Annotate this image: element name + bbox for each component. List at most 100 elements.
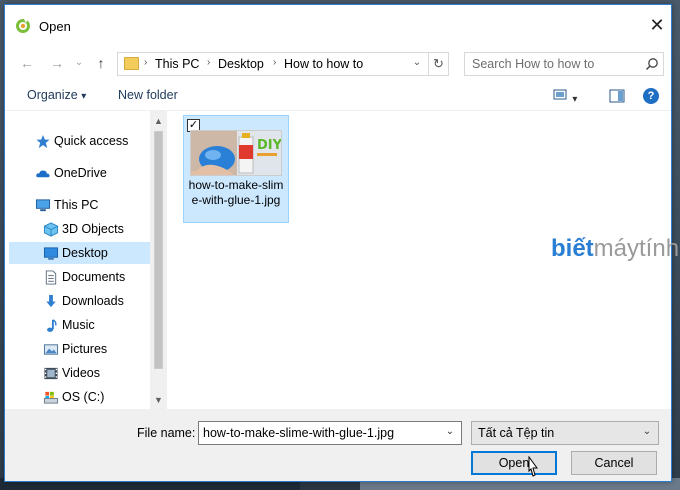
sidebar-item-label: Pictures <box>62 342 108 356</box>
star-icon <box>36 134 50 149</box>
sidebar-item-label: OneDrive <box>54 166 107 180</box>
sidebar-item-label: This PC <box>54 198 99 212</box>
scroll-up-button[interactable]: ▲ <box>150 113 167 130</box>
cloud-icon <box>36 170 50 178</box>
chevron-down-icon: ▾ <box>81 91 87 102</box>
back-button[interactable]: ← <box>19 55 35 71</box>
cube-icon <box>43 222 59 237</box>
arrow-up-icon: ↑ <box>97 55 105 71</box>
window-title: Open <box>39 19 71 34</box>
sidebar-item-documents[interactable]: Documents <box>9 266 151 288</box>
command-bar: Organize ▾ New folder ▾ ? <box>5 83 671 111</box>
address-bar[interactable]: › This PC › Desktop › How to how to ⌄ ↻ <box>117 52 449 76</box>
search-placeholder: Search How to how to <box>472 57 595 71</box>
sidebar-item-this-pc[interactable]: This PC <box>9 194 151 216</box>
chevron-down-icon: ▼ <box>154 395 163 405</box>
help-button[interactable]: ? <box>643 88 659 104</box>
title-bar: Open ✕ <box>5 5 671 43</box>
navigation-pane: Quick access OneDrive This PC 3D Objects… <box>9 111 151 409</box>
sidebar-item-label: Videos <box>62 366 100 380</box>
sidebar-item-label: Music <box>62 318 95 332</box>
chevron-down-icon: ⌄ <box>642 426 652 437</box>
open-button[interactable]: Open <box>471 451 557 475</box>
document-icon <box>45 270 57 285</box>
chevron-up-icon: ▲ <box>154 116 163 126</box>
breadcrumb-desktop[interactable]: Desktop <box>218 57 264 71</box>
file-name-value: how-to-make-slime-with-glue-1.jpg <box>203 426 395 440</box>
up-button[interactable]: ↑ <box>93 55 109 71</box>
sidebar-item-onedrive[interactable]: OneDrive <box>9 162 151 184</box>
videos-icon <box>44 367 58 380</box>
organize-button[interactable]: Organize ▾ <box>27 88 86 102</box>
sidebar-item-videos[interactable]: Videos <box>9 362 151 384</box>
recent-locations-button[interactable]: ⌄ <box>71 55 87 71</box>
file-type-select[interactable]: Tất cả Tệp tin ⌄ <box>471 421 659 445</box>
chevron-down-icon: ⌄ <box>74 57 84 68</box>
scrollbar-thumb[interactable] <box>154 131 163 369</box>
file-thumbnail: DIY <box>190 130 282 176</box>
sidebar-item-downloads[interactable]: Downloads <box>9 290 151 312</box>
open-dialog: Open ✕ ← → ⌄ ↑ › This PC › Desktop › How… <box>4 4 679 482</box>
breadcrumb-separator: › <box>207 57 211 68</box>
file-name-history-dropdown[interactable]: ⌄ <box>443 426 457 437</box>
forward-button[interactable]: → <box>49 55 65 71</box>
app-logo-icon <box>16 19 30 33</box>
preview-pane-icon <box>609 89 625 103</box>
download-icon <box>46 294 56 308</box>
refresh-button[interactable]: ↻ <box>428 53 448 75</box>
search-icon <box>645 58 658 71</box>
thumbnail-diy-text: DIY <box>257 138 282 153</box>
computer-icon <box>35 199 51 212</box>
sidebar-item-label: OS (C:) <box>62 390 105 404</box>
navigation-bar: ← → ⌄ ↑ › This PC › Desktop › How to how… <box>5 43 671 83</box>
navigation-pane-scrollbar[interactable]: ▲ ▼ <box>150 111 167 409</box>
watermark-part-2: máytính <box>593 235 680 262</box>
drive-icon <box>43 391 59 404</box>
mouse-cursor-icon <box>528 456 538 477</box>
breadcrumb-current-folder[interactable]: How to how to <box>284 57 363 71</box>
file-name-field[interactable]: how-to-make-slime-with-glue-1.jpg ⌄ <box>198 421 462 445</box>
close-icon: ✕ <box>649 15 665 35</box>
sidebar-item-desktop[interactable]: Desktop <box>9 242 151 264</box>
sidebar-item-quick-access[interactable]: Quick access <box>9 130 151 152</box>
sidebar-item-label: 3D Objects <box>62 222 124 236</box>
chevron-down-icon: ⌄ <box>412 57 422 68</box>
refresh-icon: ↻ <box>433 56 444 71</box>
sidebar-item-label: Downloads <box>62 294 124 308</box>
close-button[interactable]: ✕ <box>645 15 669 37</box>
search-box[interactable]: Search How to how to <box>464 52 664 76</box>
arrow-left-icon: ← <box>20 55 34 71</box>
preview-pane-button[interactable] <box>609 89 625 106</box>
music-icon <box>47 319 57 332</box>
watermark-logo: biếtmáytính <box>551 235 679 263</box>
thumbnail-image: DIY <box>191 131 282 175</box>
file-name-field-label: File name: <box>137 426 196 440</box>
sidebar-item-music[interactable]: Music <box>9 314 151 336</box>
breadcrumb-separator: › <box>273 57 277 68</box>
desktop-icon <box>43 247 59 260</box>
sidebar-item-3d-objects[interactable]: 3D Objects <box>9 218 151 240</box>
folder-icon <box>124 57 139 70</box>
breadcrumb-separator: › <box>144 57 148 68</box>
file-type-value: Tất cả Tệp tin <box>478 426 555 440</box>
cancel-button[interactable]: Cancel <box>571 451 657 475</box>
sidebar-item-os-c[interactable]: OS (C:) <box>9 386 151 408</box>
change-view-button[interactable]: ▾ <box>553 88 577 105</box>
file-name-label: how-to-make-slime-with-glue-1.jpg <box>188 178 284 207</box>
arrow-right-icon: → <box>50 55 64 71</box>
dialog-footer: File name: how-to-make-slime-with-glue-1… <box>5 409 671 481</box>
chevron-down-icon: ⌄ <box>445 426 455 437</box>
watermark-part-1: biết <box>551 235 594 262</box>
sidebar-item-pictures[interactable]: Pictures <box>9 338 151 360</box>
file-list: ✓ DIY how-to-make-slime-with-glue-1.jpg <box>167 111 679 409</box>
file-item[interactable]: ✓ DIY how-to-make-slime-with-glue-1.jpg <box>183 115 289 223</box>
chevron-down-icon: ▾ <box>572 94 578 105</box>
new-folder-button[interactable]: New folder <box>118 88 178 102</box>
breadcrumb-this-pc[interactable]: This PC <box>155 57 199 71</box>
scroll-down-button[interactable]: ▼ <box>150 392 167 409</box>
view-list-icon <box>553 89 567 100</box>
address-dropdown-button[interactable]: ⌄ <box>410 57 424 71</box>
sidebar-item-label: Documents <box>62 270 126 284</box>
pictures-icon <box>43 344 59 355</box>
sidebar-item-label: Desktop <box>62 246 108 260</box>
